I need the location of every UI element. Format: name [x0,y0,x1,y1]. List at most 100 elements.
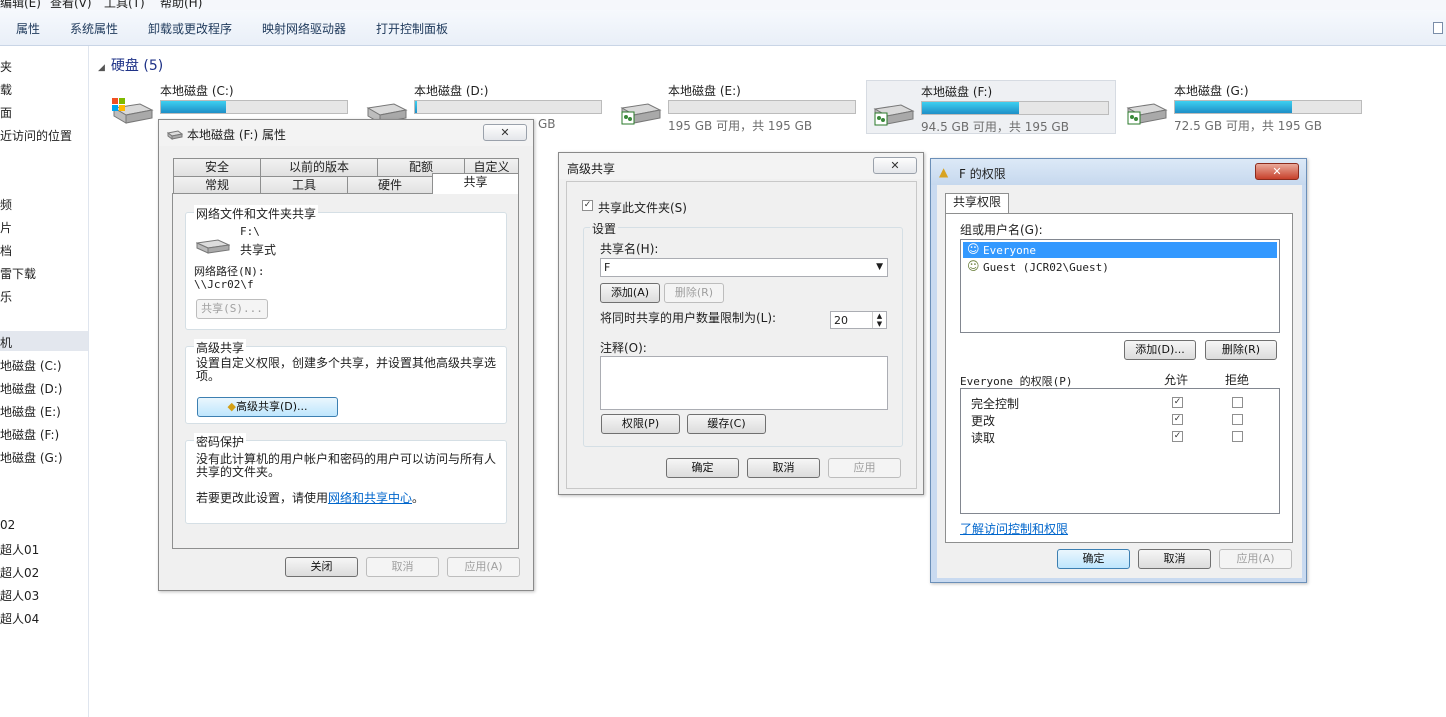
nav-item[interactable]: 档 [0,242,12,259]
dialog-title: 本地磁盘 (F:) 属性 [187,128,287,142]
nav-item-network[interactable]: 02 [0,518,15,532]
nav-item-network-pc[interactable]: 超人03 [0,587,39,604]
drive-tile-e[interactable]: 本地磁盘 (E:) 195 GB 可用，共 195 GB [614,80,864,134]
deny-checkbox[interactable] [1232,397,1243,408]
list-item[interactable]: ☺ Guest (JCR02\Guest) [963,259,1277,275]
nav-item-drive-d[interactable]: 地磁盘 (D:) [0,380,62,397]
apply-button[interactable]: 应用 [828,458,901,478]
comment-textarea[interactable] [600,356,888,410]
ok-button[interactable]: 确定 [666,458,739,478]
caching-button[interactable]: 缓存(C) [687,414,766,434]
command-toolbar: 属性 系统属性 卸载或更改程序 映射网络驱动器 打开控制面板 [0,10,1446,46]
remove-user-button[interactable]: 删除(R) [1205,340,1277,360]
group-label: 高级共享 [194,339,247,356]
nav-item-drive-g[interactable]: 地磁盘 (G:) [0,449,63,466]
permissions-for-label: Everyone 的权限(P) [960,375,1073,388]
advanced-sharing-dialog: 高级共享 ✕ ✓ 共享此文件夹(S) 设置 共享名(H): F ▼ 添加(A) … [558,152,924,495]
shared-drive-icon [873,104,915,126]
drive-usage-bar [1174,100,1362,114]
nav-item[interactable]: 夹 [0,58,12,75]
drive-tile-f[interactable]: 本地磁盘 (F:) 94.5 GB 可用，共 195 GB [866,80,1116,134]
add-user-button[interactable]: 添加(D)... [1124,340,1196,360]
advanced-sharing-group: 高级共享 设置自定义权限，创建多个共享，并设置其他高级共享选项。 ◆高级共享(D… [185,339,507,424]
nav-item-network-pc[interactable]: 超人01 [0,541,39,558]
tab-sharing[interactable]: 共享 [432,173,519,194]
settings-group: 设置 共享名(H): F ▼ 添加(A) 删除(R) 将同时共享的用户数量限制为… [583,220,903,447]
chevron-down-icon[interactable]: ▼ [876,262,883,272]
nav-item[interactable]: 近访问的位置 [0,127,72,144]
share-button[interactable]: 共享(S)... [196,299,268,319]
toolbar-uninstall[interactable]: 卸载或更改程序 [148,20,232,37]
tab-tools[interactable]: 工具 [260,176,348,194]
tab-previous-versions[interactable]: 以前的版本 [260,158,378,176]
add-share-button[interactable]: 添加(A) [600,283,660,303]
close-icon[interactable]: ✕ [1255,163,1299,180]
nav-item-drive-f[interactable]: 地磁盘 (F:) [0,426,59,443]
shared-drive-icon [620,103,662,125]
tab-security[interactable]: 安全 [173,158,261,176]
collapse-triangle-icon[interactable]: ◢ [98,63,105,73]
dialog-titlebar[interactable]: 高级共享 ✕ [559,153,923,179]
spinner-arrows-icon[interactable]: ▲ ▼ [872,312,886,328]
nav-item[interactable]: 乐 [0,288,12,305]
allow-checkbox[interactable]: ✓ [1172,414,1183,425]
apply-button[interactable]: 应用(A) [447,557,520,577]
cancel-button[interactable]: 取消 [747,458,820,478]
nav-item[interactable]: 面 [0,104,12,121]
permission-name: 读取 [971,431,996,445]
nav-item[interactable]: 雷下载 [0,265,36,282]
nav-item[interactable]: 片 [0,219,12,236]
remove-share-button[interactable]: 删除(R) [664,283,724,303]
drive-letter: F:\ [240,225,260,238]
user-limit-value: 20 [834,314,848,327]
users-listbox[interactable]: ☺ Everyone ☺ Guest (JCR02\Guest) [960,239,1280,333]
share-folder-checkbox[interactable]: ✓ [582,200,593,211]
close-button[interactable]: 关闭 [285,557,358,577]
navigation-pane: 夹 载 面 近访问的位置 频 片 档 雷下载 乐 机 地磁盘 (C:) 地磁盘 … [0,46,89,717]
advanced-sharing-button-label: 高级共享(D)... [235,400,308,413]
nav-item[interactable]: 载 [0,81,12,98]
toolbar-control-panel[interactable]: 打开控制面板 [376,20,448,37]
allow-checkbox[interactable]: ✓ [1172,431,1183,442]
list-item-label: Guest (JCR02\Guest) [983,261,1109,274]
hard-disks-group-header[interactable]: ◢ 硬盘 (5) [98,55,163,75]
apply-button[interactable]: 应用(A) [1219,549,1292,569]
close-icon[interactable]: ✕ [483,124,527,141]
drive-properties-dialog: 本地磁盘 (F:) 属性 ✕ 安全 以前的版本 配额 自定义 常规 工具 硬件 … [158,119,534,591]
allow-checkbox[interactable]: ✓ [1172,397,1183,408]
toolbar-properties[interactable]: 属性 [16,20,40,37]
share-state: 共享式 [240,243,277,257]
advanced-sharing-button[interactable]: ◆高级共享(D)... [197,397,338,417]
ok-button[interactable]: 确定 [1057,549,1130,569]
share-folder-label: 共享此文件夹(S) [598,201,687,215]
nav-item-network-pc[interactable]: 超人04 [0,610,39,627]
nav-item-drive-e[interactable]: 地磁盘 (E:) [0,403,61,420]
toolbar-system-properties[interactable]: 系统属性 [70,20,118,37]
drive-name: 本地磁盘 (G:) [1174,84,1249,98]
learn-access-control-link[interactable]: 了解访问控制和权限 [960,520,1068,537]
deny-checkbox[interactable] [1232,414,1243,425]
view-options-icon[interactable] [1433,22,1443,34]
nav-item-drive-c[interactable]: 地磁盘 (C:) [0,357,62,374]
network-sharing-center-link[interactable]: 网络和共享中心 [328,491,412,505]
close-icon[interactable]: ✕ [873,157,917,174]
nav-item-computer[interactable]: 机 [0,334,12,351]
user-limit-spinner[interactable]: 20 ▲ ▼ [830,311,887,329]
tab-share-permissions[interactable]: 共享权限 [945,193,1009,214]
deny-checkbox[interactable] [1232,431,1243,442]
permission-name: 完全控制 [971,397,1020,411]
password-protection-group: 密码保护 没有此计算机的用户帐户和密码的用户可以访问与所有人共享的文件夹。 若要… [185,433,507,524]
nav-item-network-pc[interactable]: 超人02 [0,564,39,581]
drive-tile-g[interactable]: 本地磁盘 (G:) 72.5 GB 可用，共 195 GB [1120,80,1370,134]
tab-hardware[interactable]: 硬件 [347,176,433,194]
share-name-select[interactable]: F ▼ [600,258,888,277]
toolbar-map-drive[interactable]: 映射网络驱动器 [262,20,346,37]
dialog-titlebar[interactable]: 本地磁盘 (F:) 属性 ✕ [159,120,533,146]
permissions-button[interactable]: 权限(P) [601,414,680,434]
nav-item[interactable]: 频 [0,196,12,213]
list-item-selected[interactable]: ☺ Everyone [963,242,1277,258]
cancel-button[interactable]: 取消 [1138,549,1211,569]
tab-general[interactable]: 常规 [173,176,261,194]
cancel-button[interactable]: 取消 [366,557,439,577]
dialog-titlebar[interactable]: ▲ F 的权限 ✕ [931,159,1306,185]
